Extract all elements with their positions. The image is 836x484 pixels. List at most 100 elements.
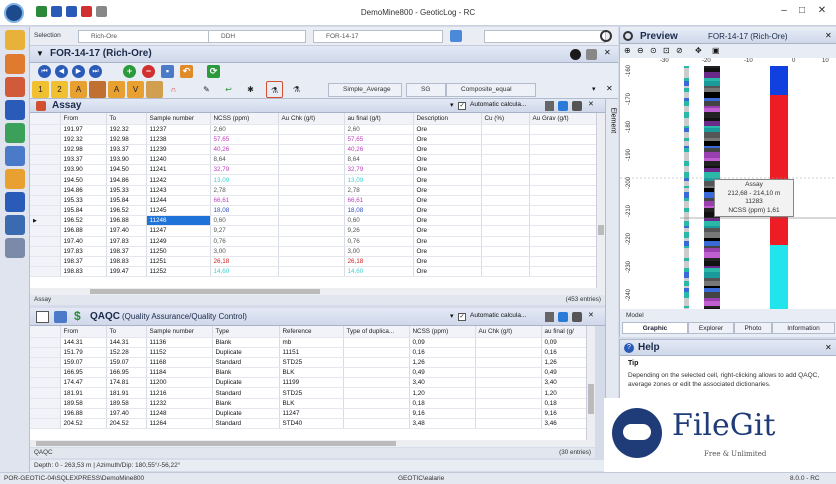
qaqc-table-row[interactable]: 151.79 152.28 11152 Duplicate 11151 0,16 0,16 [30, 347, 586, 358]
qaqc-table-cell[interactable]: mb [279, 337, 344, 348]
qaqc-table-cell[interactable] [475, 398, 542, 409]
pin-icon[interactable]: ▾ [592, 85, 596, 93]
qaqc-vscroll[interactable] [586, 326, 595, 440]
preview-search-icon[interactable] [623, 31, 633, 41]
assay-table-cell[interactable]: 194.86 [106, 174, 147, 186]
qaqc-table-cell[interactable] [343, 418, 410, 430]
assay-camera-icon[interactable] [572, 101, 582, 111]
assay-row-indicator[interactable]: ▶ [30, 215, 61, 227]
assay-table-cell[interactable]: 198.83 [106, 256, 147, 268]
assay-table-cell[interactable] [278, 236, 345, 247]
assay-table-cell[interactable] [481, 266, 530, 278]
qaqc-table-cell[interactable]: 9,16 [409, 408, 476, 420]
qaqc-table-cell[interactable]: 3,46 [541, 418, 586, 430]
add-button[interactable]: + [123, 65, 136, 78]
qaqc-table-cell[interactable] [475, 367, 542, 379]
assay-table-cell[interactable]: Ore [413, 124, 482, 135]
database-icon[interactable] [5, 30, 25, 50]
assay-table-cell[interactable]: 195.84 [106, 195, 147, 207]
qaqc-table-cell[interactable] [475, 357, 542, 369]
assay-table-cell[interactable] [278, 144, 345, 156]
qaqc-vscroll-thumb[interactable] [588, 384, 594, 414]
assay-table-cell[interactable]: Ore [413, 164, 482, 176]
assay-table-cell[interactable] [529, 185, 596, 196]
dollar-icon[interactable]: $ [74, 309, 81, 323]
magnet-icon[interactable]: ∩ [165, 81, 182, 98]
qaqc-table-cell[interactable]: 152.28 [106, 347, 147, 358]
assay-table-cell[interactable] [278, 205, 345, 217]
assay-table-cell[interactable] [481, 154, 530, 166]
assay-table-cell[interactable]: 197.83 [60, 246, 107, 257]
qaqc-table-cell[interactable]: Duplicate [212, 347, 280, 358]
assay-table-cell[interactable] [481, 225, 530, 237]
assay-table-cell[interactable] [481, 134, 530, 145]
pencil-icon[interactable]: ✎ [198, 81, 215, 98]
assay-table-cell[interactable] [278, 124, 345, 135]
assay-table-cell[interactable]: 18,08 [210, 205, 279, 217]
pan-icon[interactable]: ✥ [695, 46, 702, 55]
assay-table-cell[interactable] [481, 185, 530, 196]
assay-table-cell[interactable]: 13,09 [344, 174, 414, 186]
assay-table-cell[interactable]: 14,60 [344, 266, 414, 278]
assay-table-cell[interactable]: 197.40 [106, 225, 147, 237]
assay-table-cell[interactable]: 0,60 [210, 215, 279, 227]
filter-icon[interactable]: ▾ [450, 101, 454, 109]
qaqc-table-cell[interactable]: 204.52 [106, 418, 147, 430]
assay-table-cell[interactable]: Ore [413, 225, 482, 237]
assay-table-cell[interactable] [529, 124, 596, 135]
qaqc-table-cell[interactable] [343, 337, 410, 348]
qaqc-table-row[interactable]: 181.91 181.91 11216 Standard STD25 1,20 1,20 [30, 387, 586, 399]
qaqc-table-cell[interactable]: 181.91 [106, 387, 147, 399]
zoom-reset-icon[interactable]: ⊘ [676, 46, 683, 55]
assay-row-indicator[interactable] [30, 246, 61, 257]
assay-table-cell[interactable] [481, 174, 530, 186]
qaqc-row-indicator[interactable] [30, 387, 61, 399]
qaqc-table-cell[interactable]: STD25 [279, 357, 344, 369]
assay-table-cell[interactable]: 196.88 [106, 215, 147, 227]
assay-table-cell[interactable]: Ore [413, 195, 482, 207]
assay-table-cell[interactable]: 196.52 [60, 215, 107, 227]
undo-button[interactable]: ↶ [180, 65, 193, 78]
tool-box-icon[interactable] [146, 81, 163, 98]
qaqc-table-cell[interactable]: 9,16 [541, 408, 586, 420]
qaqc-pin-icon[interactable]: ✕ [588, 311, 594, 319]
assay-row-indicator[interactable] [30, 205, 61, 217]
assay-table-cell[interactable] [481, 256, 530, 268]
assay-table-row[interactable]: 193.90 194.50 11241 32,79 32,79 Ore [30, 164, 596, 176]
assay-table-row[interactable]: 196.88 197.40 11247 9,27 9,26 Ore [30, 225, 596, 237]
assay-table-cell[interactable]: Ore [413, 174, 482, 186]
qaqc-row-indicator[interactable] [30, 418, 61, 430]
qaqc-table-cell[interactable] [475, 387, 542, 399]
qaqc-row-indicator[interactable] [30, 377, 61, 389]
assay-save-icon[interactable] [545, 101, 554, 111]
assay-row-indicator[interactable] [30, 134, 61, 145]
assay-table-cell[interactable]: 0,76 [210, 236, 279, 247]
assay-table-cell[interactable]: 11243 [146, 185, 211, 196]
auto-calc-checkbox[interactable]: ✓ [458, 102, 466, 110]
qaqc-table-cell[interactable]: 0,49 [541, 367, 586, 379]
print-doc-icon[interactable] [586, 49, 597, 60]
zoom-fit-icon[interactable]: ⊙ [650, 46, 657, 55]
hole-type-combo[interactable]: DDH [208, 30, 306, 43]
assay-table-cell[interactable] [481, 236, 530, 247]
tab-composite-equal[interactable]: Composite_equal [446, 83, 536, 97]
tool-2-icon[interactable]: 2 [51, 81, 68, 98]
assay-table-cell[interactable] [529, 215, 596, 227]
qaqc-table-cell[interactable]: Blank [212, 367, 280, 379]
qaqc-table-cell[interactable]: Duplicate [212, 377, 280, 389]
qaqc-table-cell[interactable]: 0,16 [541, 347, 586, 358]
assay-table-cell[interactable]: Ore [413, 256, 482, 268]
assay-table-row[interactable]: 198.37 198.83 11251 26,18 26,18 Ore [30, 256, 596, 268]
qaqc-edit-icon[interactable] [36, 311, 49, 323]
assay-table-cell[interactable] [278, 225, 345, 237]
assay-table-row[interactable]: 197.40 197.83 11249 0,76 0,76 Ore [30, 236, 596, 247]
save-record-button[interactable]: ▪ [161, 65, 174, 78]
assay-table-cell[interactable] [278, 215, 345, 227]
qaqc-table-cell[interactable]: Blank [212, 398, 280, 409]
assay-table-cell[interactable]: Ore [413, 215, 482, 227]
qaqc-table-cell[interactable]: 11264 [146, 418, 213, 430]
arrow-icon[interactable]: ↩ [220, 81, 237, 98]
assay-table-cell[interactable] [529, 236, 596, 247]
assay-table-cell[interactable]: 18,08 [344, 205, 414, 217]
assay-column-header[interactable]: Description [413, 113, 482, 125]
